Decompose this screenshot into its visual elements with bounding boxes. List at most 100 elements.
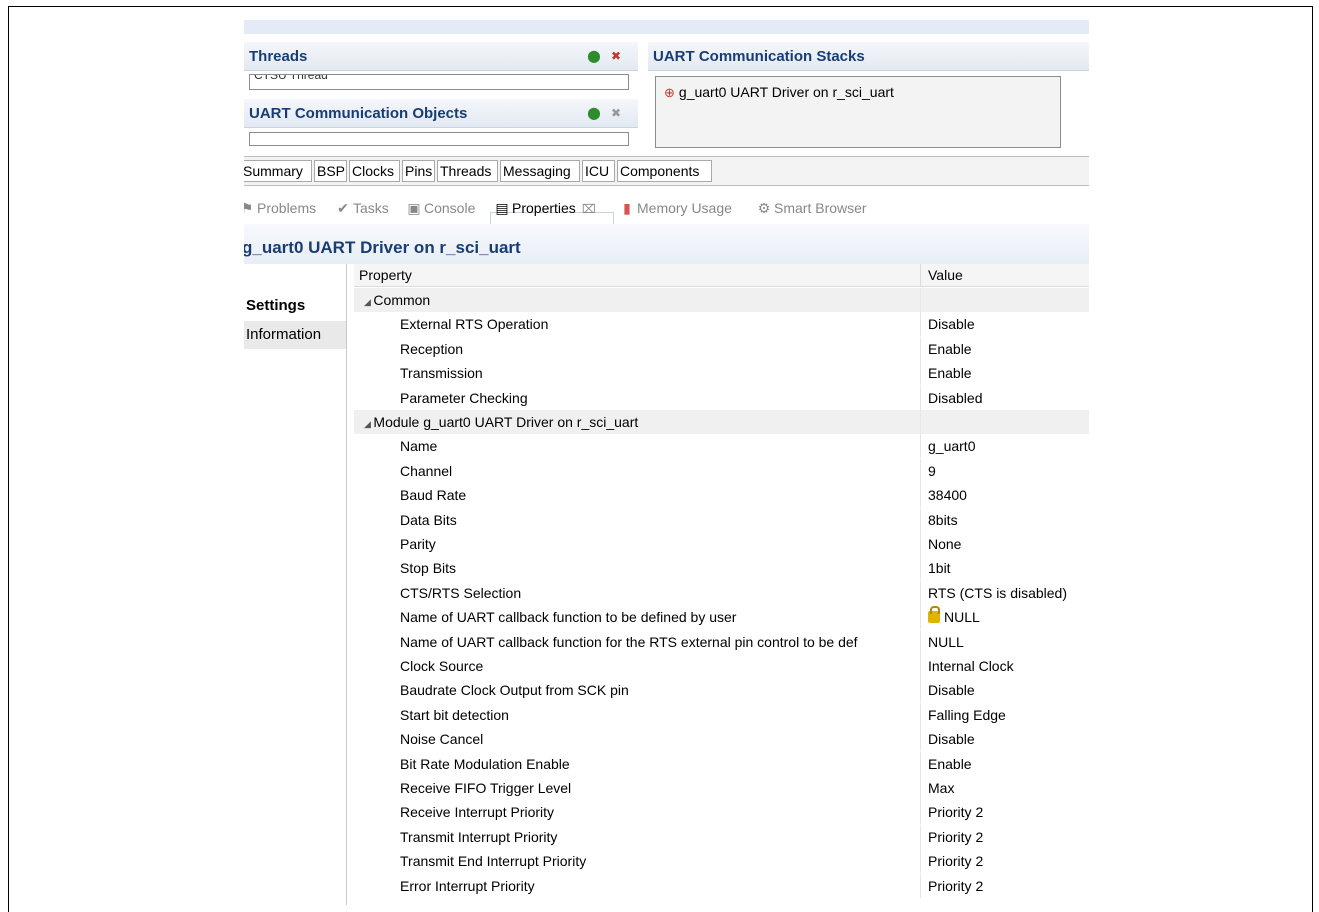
property-value[interactable]: 9: [928, 459, 936, 483]
property-value[interactable]: 1bit: [928, 556, 951, 580]
table-row[interactable]: CTS/RTS Selection RTS (CTS is disabled): [354, 580, 1089, 605]
property-name: Error Interrupt Priority: [400, 874, 920, 898]
remove-object-icon[interactable]: ✖: [609, 106, 623, 120]
property-value[interactable]: Disable: [928, 312, 975, 336]
property-name: Transmit End Interrupt Priority: [400, 849, 920, 873]
property-value[interactable]: NULL: [928, 630, 964, 654]
table-row[interactable]: Transmission Enable: [354, 361, 1089, 386]
tab-bsp[interactable]: BSP: [314, 160, 347, 182]
table-row[interactable]: Receive Interrupt Priority Priority 2: [354, 800, 1089, 825]
property-value[interactable]: Enable: [928, 337, 972, 361]
threads-list[interactable]: CTSU Thread: [249, 74, 629, 90]
property-value[interactable]: None: [928, 532, 961, 556]
view-tab-properties[interactable]: ▤ Properties ⌧: [495, 200, 596, 217]
view-tab-tasks[interactable]: ✔ Tasks: [336, 200, 389, 217]
configuration-tabs: Summary BSP Clocks Pins Threads Messagin…: [244, 156, 1089, 186]
table-row[interactable]: Bit Rate Modulation Enable Enable: [354, 751, 1089, 776]
property-name: Parity: [400, 532, 920, 556]
property-value[interactable]: Priority 2: [928, 825, 983, 849]
property-value[interactable]: Falling Edge: [928, 703, 1006, 727]
property-value[interactable]: Disable: [928, 678, 975, 702]
property-value[interactable]: Priority 2: [928, 849, 983, 873]
table-group-row[interactable]: ◢ Module g_uart0 UART Driver on r_sci_ua…: [354, 410, 1089, 434]
side-tab-information[interactable]: Information: [244, 321, 346, 349]
table-row[interactable]: Baudrate Clock Output from SCK pin Disabl…: [354, 678, 1089, 703]
module-icon: ⊕: [664, 85, 675, 100]
table-row[interactable]: Start bit detection Falling Edge: [354, 702, 1089, 727]
tab-pins[interactable]: Pins: [402, 160, 435, 182]
view-tab-label: Console: [424, 200, 476, 216]
add-thread-icon[interactable]: ⬤: [587, 49, 601, 63]
table-row[interactable]: Parameter Checking Disabled: [354, 385, 1089, 410]
cell-separator: [920, 629, 921, 654]
property-value[interactable]: 38400: [928, 483, 967, 507]
table-row[interactable]: Transmit Interrupt Priority Priority 2: [354, 824, 1089, 849]
view-tab-memory-usage[interactable]: ▮ Memory Usage: [620, 200, 732, 217]
cell-separator: [920, 580, 921, 605]
remove-thread-icon[interactable]: ✖: [609, 49, 623, 63]
value-text: Max: [928, 780, 955, 796]
table-row[interactable]: Clock Source Internal Clock: [354, 654, 1089, 678]
table-row[interactable]: Name of UART callback function to be def…: [354, 605, 1089, 630]
tab-messaging[interactable]: Messaging: [500, 160, 580, 182]
tab-threads[interactable]: Threads: [437, 160, 498, 182]
table-row[interactable]: Reception Enable: [354, 336, 1089, 361]
property-value[interactable]: Max: [928, 776, 954, 800]
property-value[interactable]: Disabled: [928, 386, 982, 410]
cell-separator: [920, 410, 921, 434]
expand-collapse-icon[interactable]: ◢: [364, 419, 373, 429]
table-row[interactable]: External RTS Operation Disable: [354, 312, 1089, 337]
property-value[interactable]: Priority 2: [928, 800, 983, 824]
expand-collapse-icon[interactable]: ◢: [364, 297, 373, 307]
table-row[interactable]: Name g_uart0: [354, 434, 1089, 459]
property-name: Start bit detection: [400, 703, 920, 727]
table-group-row[interactable]: ◢ Common: [354, 288, 1089, 312]
tab-icu[interactable]: ICU: [582, 160, 615, 182]
close-icon[interactable]: ⌧: [582, 202, 596, 216]
smart-browser-icon: ⚙: [757, 200, 771, 216]
property-name: Clock Source: [400, 654, 920, 678]
property-value[interactable]: NULL: [928, 605, 980, 629]
column-property[interactable]: Property: [359, 267, 412, 283]
table-row[interactable]: Baud Rate 38400: [354, 483, 1089, 508]
column-value[interactable]: Value: [928, 267, 963, 283]
table-row[interactable]: Error Interrupt Priority Priority 2: [354, 873, 1089, 898]
property-value[interactable]: Internal Clock: [928, 654, 1014, 678]
tab-clocks[interactable]: Clocks: [349, 160, 400, 182]
property-text: Transmission: [400, 365, 483, 382]
property-name: Data Bits: [400, 508, 920, 532]
property-value[interactable]: g_uart0: [928, 434, 975, 458]
view-tab-problems[interactable]: ⚑ Problems: [244, 200, 316, 217]
property-value[interactable]: Enable: [928, 752, 972, 776]
stack-module[interactable]: ⊕ g_uart0 UART Driver on r_sci_uart: [664, 84, 894, 101]
property-value[interactable]: Enable: [928, 361, 972, 385]
property-value[interactable]: RTS (CTS is disabled): [928, 581, 1067, 605]
table-row[interactable]: Name of UART callback function for the R…: [354, 629, 1089, 654]
cell-separator: [920, 800, 921, 825]
view-tab-smart-browser[interactable]: ⚙ Smart Browser: [757, 200, 867, 217]
column-separator[interactable]: [920, 264, 921, 286]
table-row[interactable]: Transmit End Interrupt Priority Priority …: [354, 849, 1089, 874]
property-name: Reception: [400, 337, 920, 361]
table-row[interactable]: Receive FIFO Trigger Level Max: [354, 776, 1089, 800]
thread-item-ctsu[interactable]: CTSU Thread: [254, 75, 328, 82]
table-row[interactable]: Parity None: [354, 532, 1089, 556]
property-value[interactable]: Disable: [928, 727, 975, 751]
view-tab-label: Memory Usage: [637, 200, 732, 216]
add-object-icon[interactable]: ⬤: [587, 106, 601, 120]
stacks-canvas[interactable]: ⊕ g_uart0 UART Driver on r_sci_uart: [655, 76, 1061, 148]
objects-list[interactable]: [249, 132, 629, 146]
side-tab-settings[interactable]: Settings: [244, 292, 346, 320]
table-row[interactable]: Noise Cancel Disable: [354, 727, 1089, 752]
lock-icon: [928, 606, 940, 624]
table-row[interactable]: Channel 9: [354, 458, 1089, 483]
value-text: Enable: [928, 340, 972, 357]
view-tab-console[interactable]: ▣ Console: [407, 200, 475, 217]
value-text: 38400: [928, 487, 967, 504]
property-value[interactable]: Priority 2: [928, 874, 983, 898]
tab-components[interactable]: Components: [617, 160, 712, 182]
property-value[interactable]: 8bits: [928, 508, 958, 532]
tab-summary[interactable]: Summary: [244, 160, 312, 182]
table-row[interactable]: Data Bits 8bits: [354, 507, 1089, 532]
table-row[interactable]: Stop Bits 1bit: [354, 556, 1089, 581]
